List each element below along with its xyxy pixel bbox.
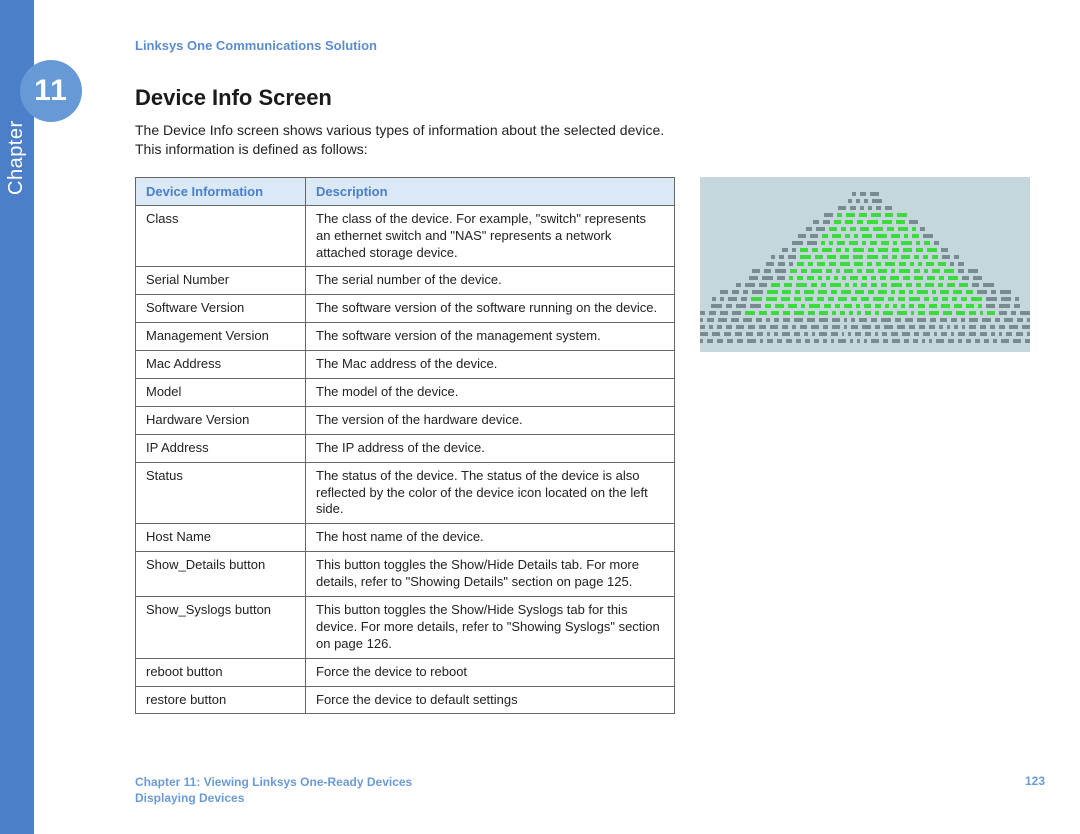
device-info-table-wrap: Device Information Description ClassThe … xyxy=(135,177,675,715)
cell-desc: This button toggles the Show/Hide Syslog… xyxy=(306,597,675,659)
cell-desc: The Mac address of the device. xyxy=(306,351,675,379)
device-info-table: Device Information Description ClassThe … xyxy=(135,177,675,715)
page-footer: Chapter 11: Viewing Linksys One-Ready De… xyxy=(135,774,1045,806)
cell-name: Host Name xyxy=(136,524,306,552)
cell-desc: Force the device to default settings xyxy=(306,686,675,714)
cell-name: Class xyxy=(136,205,306,267)
cell-desc: The IP address of the device. xyxy=(306,434,675,462)
cell-name: Status xyxy=(136,462,306,524)
table-row: Serial NumberThe serial number of the de… xyxy=(136,267,675,295)
doc-subtitle: Linksys One Communications Solution xyxy=(135,38,1045,53)
table-row: Mac AddressThe Mac address of the device… xyxy=(136,351,675,379)
cell-name: Show_Details button xyxy=(136,552,306,597)
screenshot-figure xyxy=(700,177,1030,352)
table-header-col2: Description xyxy=(306,177,675,205)
cell-desc: The software version of the management s… xyxy=(306,323,675,351)
footer-line2: Displaying Devices xyxy=(135,790,412,806)
cell-desc: The model of the device. xyxy=(306,379,675,407)
cell-name: Mac Address xyxy=(136,351,306,379)
cell-name: Software Version xyxy=(136,295,306,323)
table-row: Management VersionThe software version o… xyxy=(136,323,675,351)
table-row: Hardware VersionThe version of the hardw… xyxy=(136,406,675,434)
table-row: Show_Details buttonThis button toggles t… xyxy=(136,552,675,597)
cell-name: Show_Syslogs button xyxy=(136,597,306,659)
cell-name: restore button xyxy=(136,686,306,714)
section-intro: The Device Info screen shows various typ… xyxy=(135,121,665,159)
section-title: Device Info Screen xyxy=(135,85,1045,111)
table-row: Host NameThe host name of the device. xyxy=(136,524,675,552)
table-row: ModelThe model of the device. xyxy=(136,379,675,407)
table-row: reboot buttonForce the device to reboot xyxy=(136,658,675,686)
sidebar: Chapter xyxy=(0,0,34,834)
page-number: 123 xyxy=(1025,774,1045,806)
cell-desc: The version of the hardware device. xyxy=(306,406,675,434)
table-row: StatusThe status of the device. The stat… xyxy=(136,462,675,524)
cell-name: Model xyxy=(136,379,306,407)
cell-desc: Force the device to reboot xyxy=(306,658,675,686)
cell-name: Management Version xyxy=(136,323,306,351)
table-header-col1: Device Information xyxy=(136,177,306,205)
cell-desc: The status of the device. The status of … xyxy=(306,462,675,524)
chapter-label: Chapter xyxy=(5,120,28,195)
chapter-number-badge: 11 xyxy=(20,60,82,122)
table-row: Show_Syslogs buttonThis button toggles t… xyxy=(136,597,675,659)
cell-name: IP Address xyxy=(136,434,306,462)
table-row: restore buttonForce the device to defaul… xyxy=(136,686,675,714)
cell-desc: This button toggles the Show/Hide Detail… xyxy=(306,552,675,597)
main-content: Linksys One Communications Solution Devi… xyxy=(135,38,1045,714)
table-row: Software VersionThe software version of … xyxy=(136,295,675,323)
cell-name: reboot button xyxy=(136,658,306,686)
cell-name: Serial Number xyxy=(136,267,306,295)
cell-name: Hardware Version xyxy=(136,406,306,434)
cell-desc: The serial number of the device. xyxy=(306,267,675,295)
cell-desc: The class of the device. For example, "s… xyxy=(306,205,675,267)
cell-desc: The host name of the device. xyxy=(306,524,675,552)
table-row: ClassThe class of the device. For exampl… xyxy=(136,205,675,267)
cell-desc: The software version of the software run… xyxy=(306,295,675,323)
table-row: IP AddressThe IP address of the device. xyxy=(136,434,675,462)
footer-line1: Chapter 11: Viewing Linksys One-Ready De… xyxy=(135,774,412,790)
